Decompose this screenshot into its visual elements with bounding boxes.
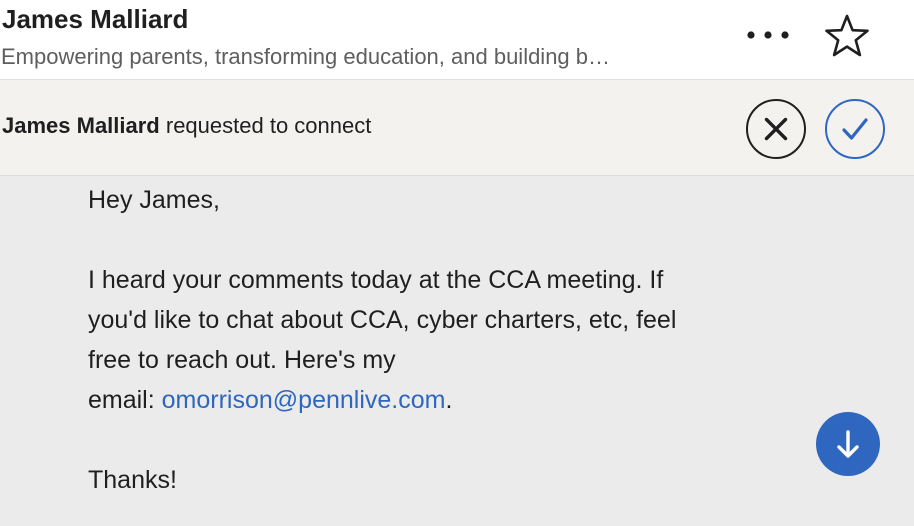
star-button[interactable] (822, 11, 872, 61)
checkmark-icon (842, 118, 868, 140)
close-icon (764, 117, 788, 141)
message-line: free to reach out. Here's my (88, 346, 396, 374)
message-signoff: Thanks! (88, 466, 177, 494)
connection-request-bar: James Malliard requested to connect (0, 80, 914, 176)
more-options-button[interactable] (744, 22, 792, 48)
email-prefix: email: (88, 386, 162, 414)
connection-request-view: James Malliard Empowering parents, trans… (0, 0, 914, 526)
requester-name[interactable]: James Malliard (2, 113, 160, 138)
message-email-line: email: omorrison@pennlive.com. (88, 380, 808, 420)
arrow-down-icon (837, 430, 859, 458)
profile-header: James Malliard Empowering parents, trans… (0, 0, 914, 80)
email-suffix: . (445, 386, 453, 414)
message-line: you'd like to chat about CCA, cyber char… (88, 306, 677, 334)
decline-button[interactable] (746, 99, 806, 159)
profile-name[interactable]: James Malliard (2, 4, 188, 35)
message-line: I heard your comments today at the CCA m… (88, 266, 664, 294)
message-pane: Hey James, I heard your comments today a… (0, 176, 914, 526)
scroll-to-bottom-button[interactable] (816, 412, 880, 476)
accept-button[interactable] (825, 99, 885, 159)
profile-headline: Empowering parents, transforming educati… (1, 44, 611, 69)
message-greeting: Hey James, (88, 186, 220, 214)
request-message: James Malliard requested to connect (2, 113, 371, 139)
message-body: Hey James, I heard your comments today a… (88, 180, 808, 500)
star-outline-icon (825, 14, 869, 57)
request-label: requested to connect (159, 113, 372, 138)
more-horizontal-icon (747, 31, 789, 39)
email-link[interactable]: omorrison@pennlive.com (162, 386, 446, 414)
